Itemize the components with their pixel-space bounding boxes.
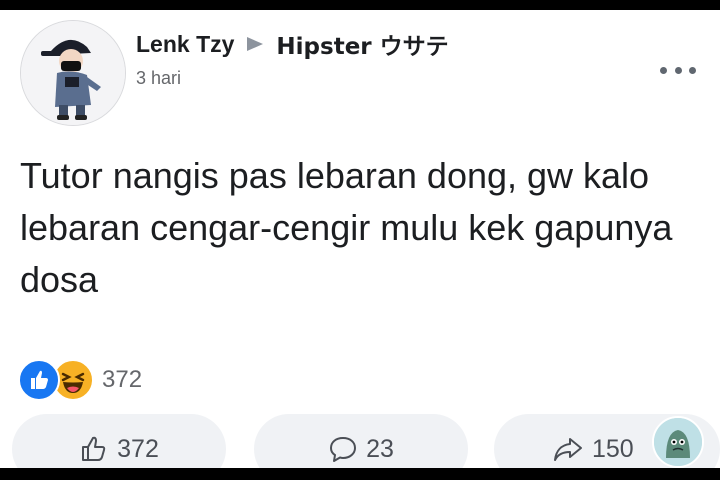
post-card: Lenk Tzy Hipster ウサテ 3 hari Tutor nangis… bbox=[0, 10, 720, 468]
share-arrow-icon bbox=[554, 438, 582, 461]
comment-count: 23 bbox=[366, 434, 394, 463]
viewer-avatar-icon bbox=[654, 418, 702, 466]
dot bbox=[689, 66, 696, 74]
author-name[interactable]: Lenk Tzy bbox=[136, 31, 234, 58]
like-count: 372 bbox=[117, 434, 159, 463]
comment-button[interactable]: 23 bbox=[254, 414, 468, 468]
like-reaction-icon bbox=[18, 359, 60, 401]
author-avatar[interactable] bbox=[20, 20, 126, 126]
post-header: Lenk Tzy Hipster ウサテ bbox=[136, 27, 449, 61]
avatar-figure-icon bbox=[21, 21, 125, 125]
like-button[interactable]: 372 bbox=[12, 414, 226, 468]
viewer-avatar[interactable] bbox=[652, 416, 704, 468]
comment-bubble-icon bbox=[330, 437, 357, 462]
thumbs-up-icon bbox=[82, 436, 106, 461]
post-text: Tutor nangis pas lebaran dong, gw kalo l… bbox=[20, 155, 673, 300]
dot bbox=[660, 66, 667, 74]
reaction-summary[interactable]: 372 bbox=[18, 358, 142, 402]
triangle-right-icon bbox=[247, 37, 264, 51]
group-name[interactable]: Hipster ウサテ bbox=[276, 27, 448, 61]
share-count: 150 bbox=[592, 434, 634, 463]
reaction-count: 372 bbox=[102, 366, 143, 393]
action-bar: 372 23 150 bbox=[12, 414, 720, 468]
post-timestamp[interactable]: 3 hari bbox=[136, 68, 181, 89]
more-options-icon[interactable] bbox=[660, 62, 696, 78]
dot bbox=[674, 66, 682, 74]
